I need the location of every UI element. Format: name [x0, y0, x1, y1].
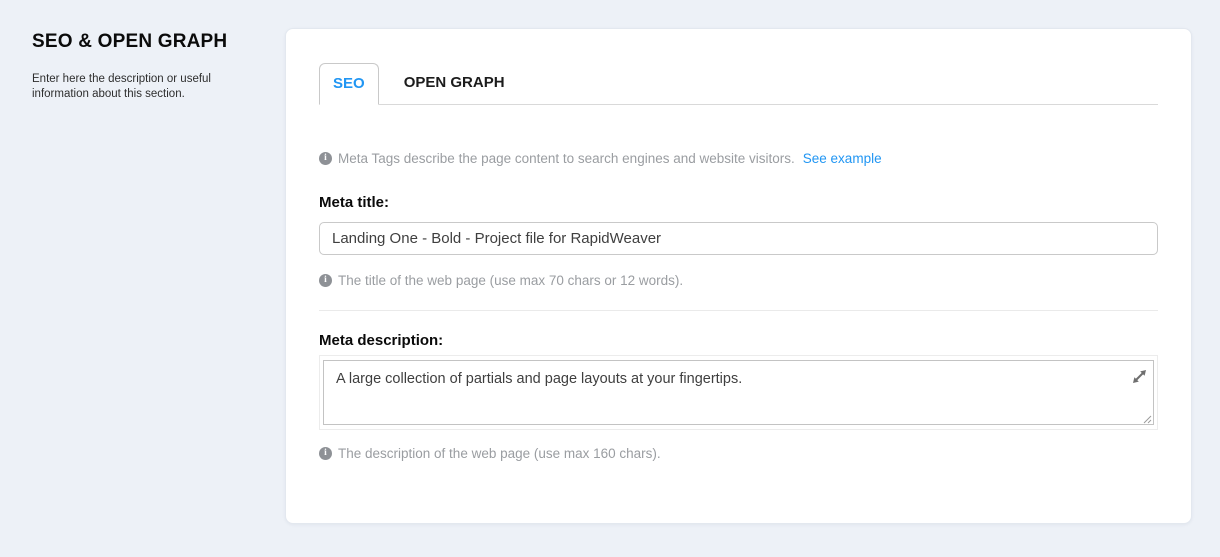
seo-settings-card: SEO OPEN GRAPH i Meta Tags describe the …	[285, 28, 1192, 524]
meta-description-help-text: The description of the web page (use max…	[338, 446, 661, 461]
meta-description-label: Meta description:	[319, 332, 1158, 349]
tab-seo-label: SEO	[333, 75, 365, 92]
tab-panel-seo: i Meta Tags describe the page content to…	[286, 151, 1191, 461]
info-icon: i	[319, 274, 332, 287]
section-sidebar: SEO & OPEN GRAPH Enter here the descript…	[32, 31, 262, 101]
meta-description-help: i The description of the web page (use m…	[319, 446, 1158, 461]
meta-title-help-text: The title of the web page (use max 70 ch…	[338, 273, 683, 288]
tab-open-graph[interactable]: OPEN GRAPH	[379, 63, 530, 104]
meta-description-textarea[interactable]: A large collection of partials and page …	[323, 360, 1154, 425]
tab-bar: SEO OPEN GRAPH	[319, 63, 1158, 105]
tab-seo[interactable]: SEO	[319, 63, 379, 105]
meta-title-input[interactable]	[319, 222, 1158, 255]
expand-textarea-button[interactable]	[1132, 369, 1147, 384]
see-example-link[interactable]: See example	[803, 151, 882, 166]
info-icon: i	[319, 447, 332, 460]
resize-grip-icon[interactable]	[1140, 411, 1152, 423]
tab-open-graph-label: OPEN GRAPH	[404, 74, 505, 91]
diagonal-expand-icon	[1132, 369, 1147, 384]
meta-tags-info: i Meta Tags describe the page content to…	[319, 151, 1158, 166]
section-title: SEO & OPEN GRAPH	[32, 31, 262, 53]
meta-tags-info-text: Meta Tags describe the page content to s…	[338, 151, 795, 166]
section-description: Enter here the description or useful inf…	[32, 72, 227, 101]
meta-description-field: A large collection of partials and page …	[319, 355, 1158, 430]
meta-title-help: i The title of the web page (use max 70 …	[319, 273, 1158, 288]
meta-title-label: Meta title:	[319, 194, 1158, 211]
info-icon: i	[319, 152, 332, 165]
section-divider	[319, 310, 1158, 311]
